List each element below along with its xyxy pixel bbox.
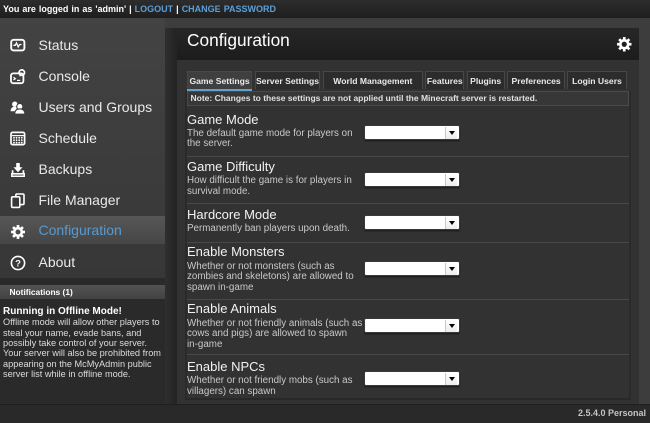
svg-text:?: ?: [15, 258, 21, 269]
